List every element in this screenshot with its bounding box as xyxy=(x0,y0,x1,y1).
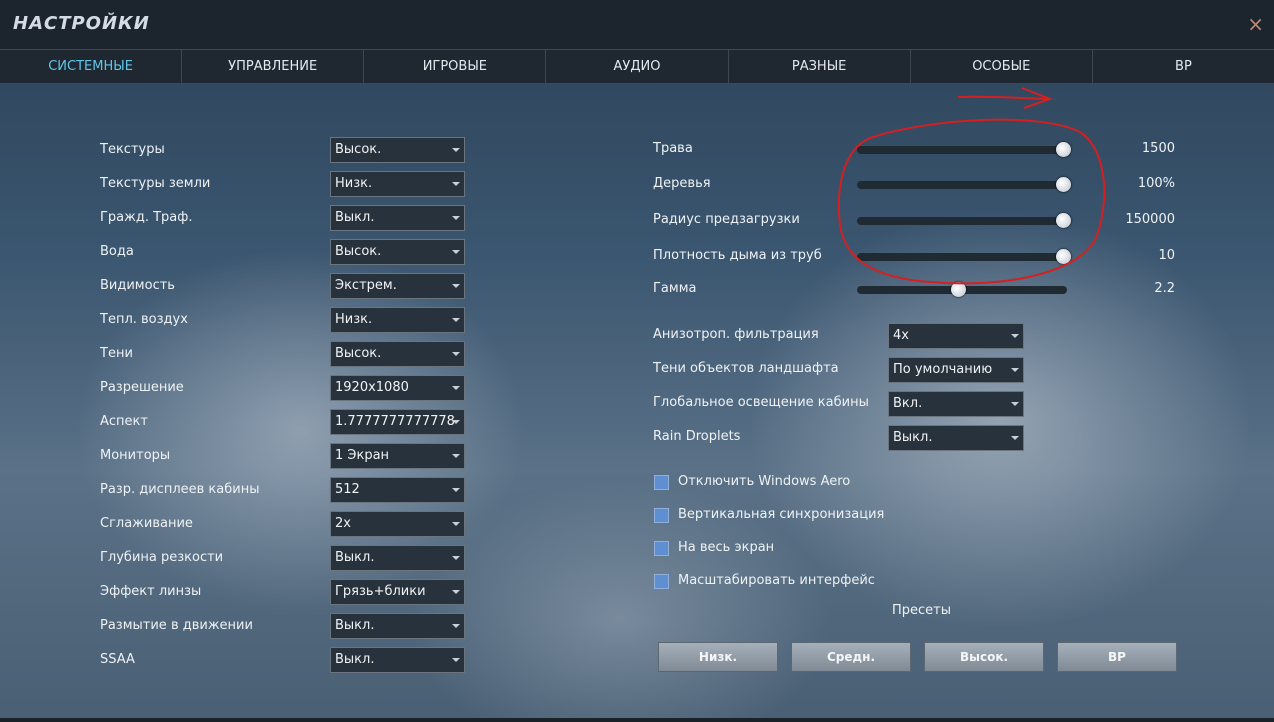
bottom-bar xyxy=(0,718,1274,722)
red-annotation-drawing xyxy=(837,87,1106,285)
annotation-arrow xyxy=(957,95,1049,100)
annotation-circle xyxy=(837,118,1106,285)
